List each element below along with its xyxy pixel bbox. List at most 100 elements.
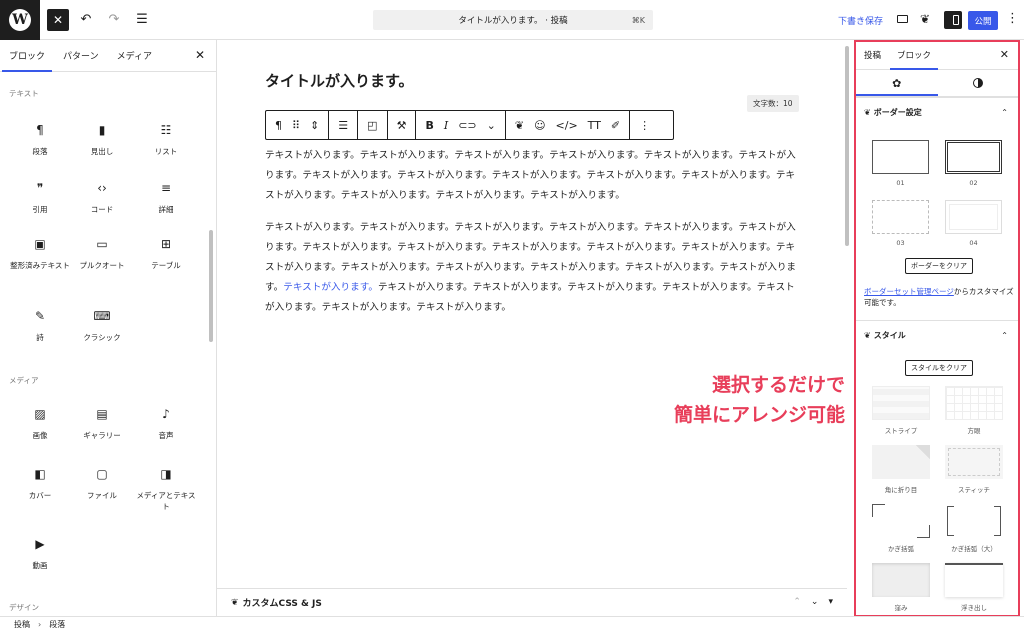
chevron-down-icon[interactable]: ⌄: [811, 597, 819, 607]
style-swatch: [872, 445, 930, 479]
canvas-scrollbar[interactable]: [845, 46, 849, 246]
sidebar-tabs: 投稿 ブロック ✕: [856, 40, 1019, 70]
style-section-header[interactable]: ❦ スタイル ⌃: [856, 320, 1019, 350]
block-pullquote[interactable]: ▭ プルクオート: [70, 236, 134, 271]
bold-button[interactable]: B: [420, 119, 438, 132]
block-classic[interactable]: ⌨ クラシック: [70, 308, 134, 343]
cover-icon: ◧: [34, 467, 46, 481]
tab-blocks[interactable]: ブロック: [0, 40, 54, 72]
highlighter-icon[interactable]: ✐: [606, 119, 625, 132]
plugin-icon[interactable]: ❦: [920, 12, 930, 26]
block-table[interactable]: ⊞ テーブル: [134, 236, 198, 271]
block-label: リスト: [154, 147, 178, 156]
close-icon[interactable]: ✕: [1000, 48, 1009, 61]
style-grid[interactable]: 方眼: [945, 386, 1003, 435]
breadcrumb-paragraph[interactable]: 段落: [49, 619, 65, 630]
style-corner-bracket[interactable]: かぎ括弧: [872, 504, 930, 553]
block-verse[interactable]: ✎ 詩: [8, 308, 72, 343]
block-audio[interactable]: ♪ 音声: [134, 406, 198, 441]
block-paragraph[interactable]: ¶ 段落: [8, 122, 72, 157]
align-icon[interactable]: ☰: [333, 119, 353, 132]
save-draft-button[interactable]: 下書き保存: [838, 14, 883, 27]
block-details[interactable]: ≡ 詳細: [134, 180, 198, 215]
block-video[interactable]: ▶ 動画: [8, 536, 72, 571]
border-settings-header[interactable]: ❦ ボーダー設定 ⌃: [856, 97, 1019, 127]
block-label: メディアとテキスト: [136, 491, 196, 511]
verse-icon: ✎: [34, 309, 46, 323]
block-media-text[interactable]: ◨ メディアとテキスト: [134, 466, 198, 512]
breadcrumb-post[interactable]: 投稿: [14, 619, 30, 630]
wordpress-logo-button[interactable]: W: [0, 0, 40, 40]
chevron-down-icon[interactable]: ⌄: [482, 119, 501, 132]
border-preset-04[interactable]: 04: [945, 200, 1002, 247]
block-label: 見出し: [90, 147, 114, 156]
paragraph-icon[interactable]: ¶: [270, 119, 287, 132]
tab-patterns[interactable]: パターン: [54, 40, 108, 72]
style-inset[interactable]: 窪み: [872, 563, 930, 612]
panel-toggle-icon[interactable]: ▾: [828, 597, 833, 607]
promo-line-2: 簡単にアレンジ可能: [673, 404, 845, 426]
style-corner-fold[interactable]: 角に折り目: [872, 445, 930, 494]
style-stitch[interactable]: スティッチ: [945, 445, 1003, 494]
style-stripe[interactable]: ストライプ: [872, 386, 930, 435]
block-heading[interactable]: ▮ 見出し: [70, 122, 134, 157]
chevron-up-icon[interactable]: ⌃: [793, 597, 801, 607]
block-code[interactable]: ‹› コード: [70, 180, 134, 215]
emoji-icon[interactable]: ☺: [529, 119, 550, 132]
text-link[interactable]: テキストが入ります。: [283, 282, 378, 293]
tab-media[interactable]: メディア: [108, 40, 161, 72]
more-options-icon[interactable]: ⋮: [1006, 11, 1019, 26]
block-image[interactable]: ▨ 画像: [8, 406, 72, 441]
italic-button[interactable]: I: [439, 119, 453, 132]
inserter-scrollbar[interactable]: [209, 230, 213, 342]
format-brush-icon[interactable]: ⚒: [392, 119, 412, 132]
style-label: かぎ括弧（大）: [951, 545, 997, 553]
border-manager-link[interactable]: ボーダーセット管理ページ: [864, 287, 954, 296]
style-large-bracket[interactable]: かぎ括弧（大）: [945, 504, 1003, 553]
paragraph-block-2[interactable]: テキストが入ります。テキストが入ります。テキストが入ります。テキストが入ります。…: [265, 218, 797, 318]
move-up-down-icon[interactable]: ⇕: [305, 119, 324, 132]
border-preset-swatch: [945, 140, 1002, 174]
desktop-preview-icon[interactable]: [895, 12, 909, 26]
border-preset-01[interactable]: 01: [872, 140, 929, 187]
close-icon[interactable]: ✕: [195, 48, 205, 62]
audio-icon: ♪: [162, 407, 170, 421]
style-swatch: [872, 504, 930, 538]
block-cover[interactable]: ◧ カバー: [8, 466, 72, 501]
drag-handle-icon[interactable]: ⠿: [287, 119, 305, 132]
undo-icon[interactable]: ↶: [75, 9, 97, 31]
command-palette-bar[interactable]: タイトルが入ります。 · 投稿 ⌘K: [373, 10, 653, 30]
custom-css-js-panel[interactable]: ❦ カスタムCSS & JS ⌃ ⌄ ▾: [217, 588, 847, 616]
publish-button[interactable]: 公開: [968, 11, 998, 30]
link-icon[interactable]: ⊂⊃: [453, 119, 481, 132]
tab-block[interactable]: ブロック: [889, 40, 939, 70]
block-file[interactable]: ▢ ファイル: [70, 466, 134, 501]
character-count-badge: 文字数：10: [747, 95, 799, 112]
style-raised[interactable]: 浮き出し: [945, 563, 1003, 612]
redo-icon[interactable]: ↷: [103, 9, 125, 31]
clear-style-button[interactable]: スタイルをクリア: [905, 360, 973, 376]
tab-styles[interactable]: [938, 70, 1020, 96]
post-title[interactable]: タイトルが入ります。: [265, 70, 414, 91]
command-shortcut: ⌘K: [631, 15, 645, 25]
tab-settings[interactable]: ✿: [856, 70, 938, 96]
block-preformatted[interactable]: ▣ 整形済みテキスト: [8, 236, 72, 271]
list-view-icon[interactable]: ☰: [131, 9, 153, 31]
block-list[interactable]: ☷ リスト: [134, 122, 198, 157]
close-inserter-button[interactable]: ✕: [47, 8, 69, 31]
inline-code-icon[interactable]: </>: [551, 119, 583, 132]
block-quote[interactable]: ❞ 引用: [8, 180, 72, 215]
block-label: 段落: [32, 147, 48, 156]
settings-panel-toggle[interactable]: [944, 11, 962, 29]
border-preset-02[interactable]: 02: [945, 140, 1002, 187]
editor-canvas: タイトルが入ります。 文字数：10 ¶ ⠿ ⇕ ☰ ◰ ⚒ B I ⊂⊃ ⌄ ❦…: [217, 40, 849, 616]
tab-post[interactable]: 投稿: [856, 40, 889, 70]
block-style-icon[interactable]: ◰: [362, 119, 382, 132]
block-gallery[interactable]: ▤ ギャラリー: [70, 406, 134, 441]
clear-border-button[interactable]: ボーダーをクリア: [905, 258, 973, 274]
block-options-icon[interactable]: ⋮: [634, 119, 655, 132]
text-size-icon[interactable]: TT: [583, 119, 606, 132]
paragraph-block-1[interactable]: テキストが入ります。テキストが入ります。テキストが入ります。テキストが入ります。…: [265, 146, 797, 206]
plugin-icon[interactable]: ❦: [510, 119, 529, 132]
border-preset-03[interactable]: 03: [872, 200, 929, 247]
